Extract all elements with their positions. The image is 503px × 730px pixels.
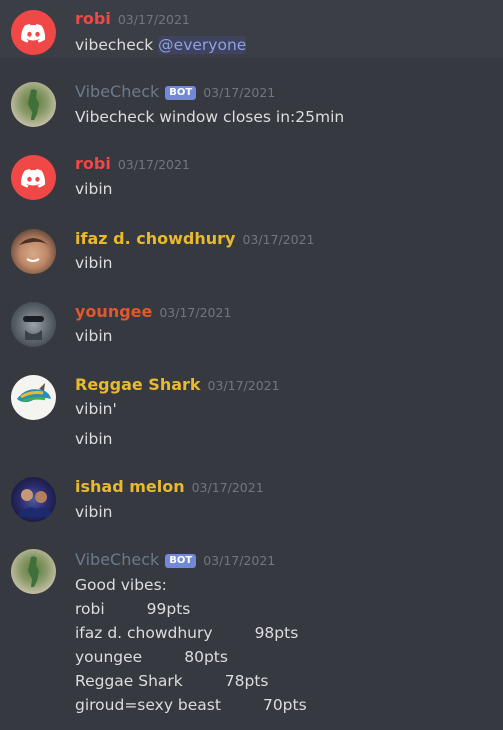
message-header: Reggae Shark 03/17/2021 (75, 375, 280, 396)
score-row: robi 99pts (75, 597, 190, 621)
bot-badge: BOT (165, 554, 197, 568)
author-name[interactable]: ifaz d. chowdhury (75, 229, 235, 248)
avatar[interactable] (11, 302, 56, 347)
score-row: Reggae Shark 78pts (75, 669, 268, 693)
message: ifaz d. chowdhury 03/17/2021 vibin (0, 218, 503, 278)
avatar[interactable] (11, 10, 56, 55)
author-name[interactable]: VibeCheck (75, 550, 159, 569)
bot-badge: BOT (165, 86, 197, 100)
score-name: ifaz d. chowdhury (75, 624, 213, 642)
avatar[interactable] (11, 82, 56, 127)
timestamp: 03/17/2021 (203, 553, 276, 568)
score-row: youngee 80pts (75, 645, 228, 669)
message: Reggae Shark 03/17/2021 vibin' vibin (0, 364, 503, 454)
author-name[interactable]: VibeCheck (75, 82, 159, 101)
message-header: youngee 03/17/2021 (75, 302, 231, 323)
timestamp: 03/17/2021 (203, 85, 276, 100)
score-points: 80pts (184, 648, 228, 666)
message-header: ifaz d. chowdhury 03/17/2021 (75, 229, 314, 250)
discord-logo-icon (21, 169, 46, 188)
score-row: ifaz d. chowdhury 98pts (75, 621, 298, 645)
face-icon (19, 238, 48, 262)
shark-icon (17, 383, 51, 403)
message: VibeCheck BOT 03/17/2021 Good vibes: robi 9… (0, 539, 503, 730)
timestamp: 03/17/2021 (242, 232, 315, 247)
author-name[interactable]: robi (75, 9, 111, 28)
message-text: Good vibes: (75, 576, 167, 594)
message-text: vibecheck @everyone (75, 33, 247, 57)
message-header: VibeCheck BOT 03/17/2021 (75, 550, 275, 571)
message-header: VibeCheck BOT 03/17/2021 (75, 82, 275, 103)
message-text: vibin' (75, 400, 117, 418)
score-points: 78pts (224, 672, 269, 690)
timestamp: 03/17/2021 (117, 12, 190, 27)
message-text: vibin (75, 327, 113, 345)
message-text: vibin (75, 254, 113, 272)
mention[interactable]: @everyone (158, 36, 247, 54)
timestamp: 03/17/2021 (159, 305, 232, 320)
avatar[interactable] (11, 229, 56, 274)
person-icon (28, 556, 39, 587)
score-points: 98pts (254, 624, 299, 642)
avatar[interactable] (11, 155, 56, 200)
avatar[interactable] (11, 549, 56, 594)
person-icon (28, 89, 39, 120)
score-name: youngee (75, 648, 143, 666)
author-name[interactable]: robi (75, 154, 111, 173)
message-text: vibin (75, 430, 113, 448)
message: robi 03/17/2021 vibin (0, 145, 503, 205)
message-header: ishad melon 03/17/2021 (75, 477, 264, 498)
score-name: robi (75, 600, 105, 618)
people-icon (17, 489, 55, 517)
timestamp: 03/17/2021 (117, 157, 190, 172)
message-header: robi 03/17/2021 (75, 9, 190, 30)
score-points: 70pts (262, 696, 307, 714)
message-header: robi 03/17/2021 (75, 154, 190, 175)
face-icon (23, 316, 44, 340)
score-name: giroud=sexy beast (75, 696, 221, 714)
avatar[interactable] (11, 477, 56, 522)
message-text-prefix: vibecheck (75, 36, 159, 54)
author-name[interactable]: Reggae Shark (75, 375, 201, 394)
avatar[interactable] (11, 375, 56, 420)
message: ishad melon 03/17/2021 vibin (0, 467, 503, 527)
author-name[interactable]: ishad melon (75, 477, 185, 496)
author-name[interactable]: youngee (75, 302, 152, 321)
message: robi 03/17/2021 vibecheck @everyone (0, 0, 503, 58)
timestamp: 03/17/2021 (207, 378, 280, 393)
timestamp: 03/17/2021 (191, 480, 264, 495)
message: youngee 03/17/2021 vibin (0, 291, 503, 351)
score-points: 99pts (146, 600, 191, 618)
score-row: giroud=sexy beast 70pts (75, 693, 307, 717)
score-name: Reggae Shark (75, 672, 183, 690)
message: VibeCheck BOT 03/17/2021 Vibecheck window … (0, 72, 503, 132)
message-text: vibin (75, 503, 113, 521)
message-text: vibin (75, 180, 113, 198)
discord-logo-icon (21, 24, 46, 43)
message-text: Vibecheck window closes in:25min (75, 108, 345, 126)
